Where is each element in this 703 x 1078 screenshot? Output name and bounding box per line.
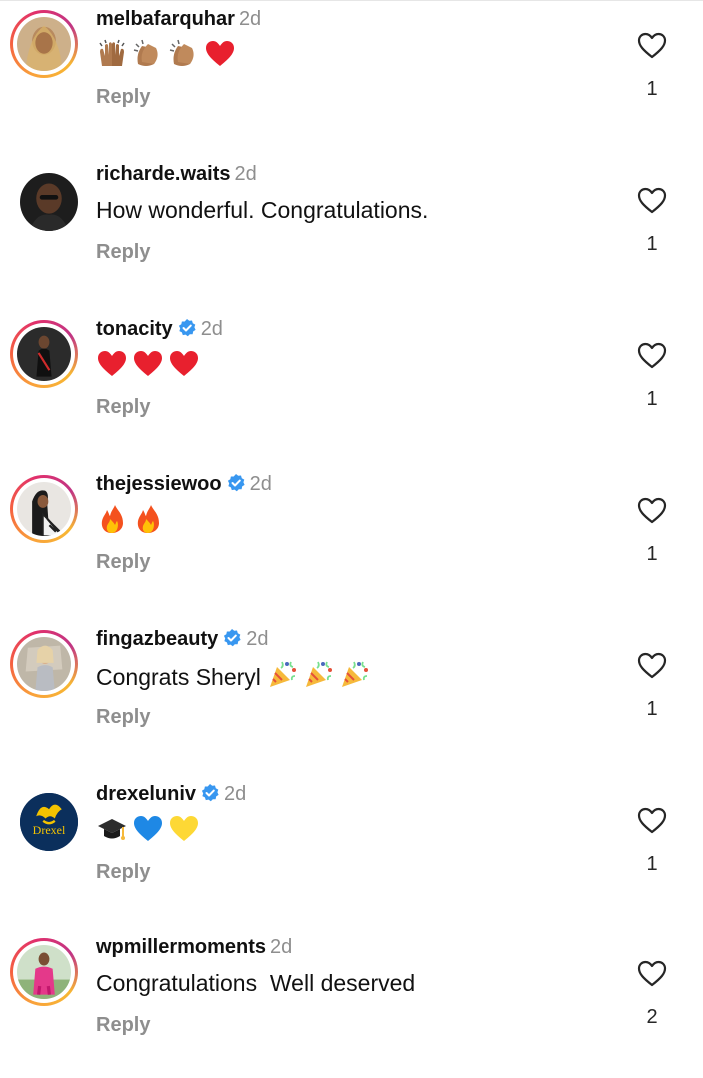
like-count: 1 [646,78,658,100]
comment-item: melbafarquhar 2d Reply 1 [0,0,703,150]
timestamp: 2d [200,318,223,340]
comment-item: fingazbeauty 2d Congrats Sheryl Reply 1 [0,620,703,770]
comment-item: thejessiewoo 2d Reply 1 [0,465,703,615]
comment-text: Congrats Sheryl [96,658,375,694]
comment-meta: wpmillermoments 2d [96,932,292,962]
comment-meta: tonacity 2d [96,314,223,344]
timestamp: 2d [224,783,247,805]
party-popper-emoji [303,658,335,690]
like-count: 1 [646,698,658,720]
like-button[interactable] [636,650,668,680]
red-heart-emoji [168,348,200,380]
heart-outline-icon [637,32,667,59]
drexel-logo-text: Drexel [32,823,66,837]
like-count: 2 [646,1006,658,1028]
comment-item: wpmillermoments 2d Congratulations Well d… [0,928,703,1078]
red-heart-emoji [96,348,128,380]
avatar-wrapper[interactable]: Drexel [20,793,78,851]
comment-item: Drexel drexeluniv 2d Reply 1 [0,775,703,925]
verified-badge-icon [178,319,196,337]
comment-text: Congratulations Well deserved [96,970,416,996]
heart-outline-icon [637,187,667,214]
avatar[interactable] [20,173,78,231]
avatar[interactable] [17,945,71,999]
clapping-hands-emoji [132,38,164,70]
raising-hands-emoji [96,38,128,70]
avatar[interactable] [17,482,71,536]
username-link[interactable]: wpmillermoments [96,936,266,958]
avatar-story-ring[interactable] [10,630,78,698]
like-count: 1 [646,543,658,565]
username-link[interactable]: thejessiewoo [96,473,222,495]
comment-meta: drexeluniv 2d [96,779,246,809]
like-button[interactable] [636,805,668,835]
comment-text [96,348,204,384]
avatar-story-ring[interactable] [10,475,78,543]
avatar[interactable]: Drexel [20,793,78,851]
verified-badge-icon [227,474,245,492]
comment-text [96,813,204,849]
drexel-logo [20,793,78,851]
heart-outline-icon [637,652,667,679]
username-link[interactable]: tonacity [96,318,173,340]
like-button[interactable] [636,495,668,525]
verified-badge-icon [201,784,219,802]
timestamp: 2d [238,8,262,30]
like-button[interactable] [636,340,668,370]
username-link[interactable]: richarde.waits [96,163,231,185]
timestamp: 2d [270,936,293,958]
heart-outline-icon [637,807,667,834]
heart-outline-icon [637,342,667,369]
comment-text-content: Congrats Sheryl [96,664,261,690]
heart-outline-icon [637,960,667,987]
username-link[interactable]: drexeluniv [96,783,196,805]
timestamp: 2d [246,628,269,650]
graduation-cap-emoji [96,813,128,845]
reply-button[interactable]: Reply [96,1010,150,1040]
reply-button[interactable]: Reply [96,392,150,422]
avatar[interactable] [17,17,71,71]
comment-meta: thejessiewoo 2d [96,469,272,499]
timestamp: 2d [249,473,272,495]
red-heart-emoji [204,38,236,70]
reply-button[interactable]: Reply [96,547,150,577]
avatar-story-ring[interactable] [10,10,78,78]
like-count: 1 [646,233,658,255]
reply-button[interactable]: Reply [96,857,150,887]
clapping-hands-emoji [168,38,200,70]
reply-button[interactable]: Reply [96,82,150,112]
like-button[interactable] [636,30,668,60]
comment-text [96,503,168,539]
like-count: 1 [646,853,658,875]
comment-meta: richarde.waits 2d [96,159,257,189]
like-button[interactable] [636,185,668,215]
avatar-story-ring[interactable] [10,938,78,1006]
comment-text: How wonderful. Congratulations. [96,197,429,223]
comment-text [96,38,240,74]
blue-heart-emoji [132,813,164,845]
avatar[interactable] [17,327,71,381]
fire-emoji [132,503,164,535]
red-heart-emoji [132,348,164,380]
timestamp: 2d [234,163,257,185]
avatar[interactable] [17,637,71,691]
yellow-heart-emoji [168,813,200,845]
avatar-wrapper[interactable] [20,173,78,231]
comment-item: tonacity 2d Reply 1 [0,310,703,460]
comment-meta: fingazbeauty 2d [96,624,269,654]
avatar-story-ring[interactable] [10,320,78,388]
username-link[interactable]: fingazbeauty [96,628,218,650]
like-count: 1 [646,388,658,410]
username-link[interactable]: melbafarquhar [96,8,235,30]
comment-item: richarde.waits 2d How wonderful. Congratu… [0,155,703,305]
reply-button[interactable]: Reply [96,237,150,267]
like-button[interactable] [636,958,668,988]
party-popper-emoji [267,658,299,690]
fire-emoji [96,503,128,535]
verified-badge-icon [224,629,241,647]
party-popper-emoji [339,658,371,690]
comment-meta: melbafarquhar 2d [96,4,261,34]
heart-outline-icon [637,497,667,524]
reply-button[interactable]: Reply [96,702,150,732]
